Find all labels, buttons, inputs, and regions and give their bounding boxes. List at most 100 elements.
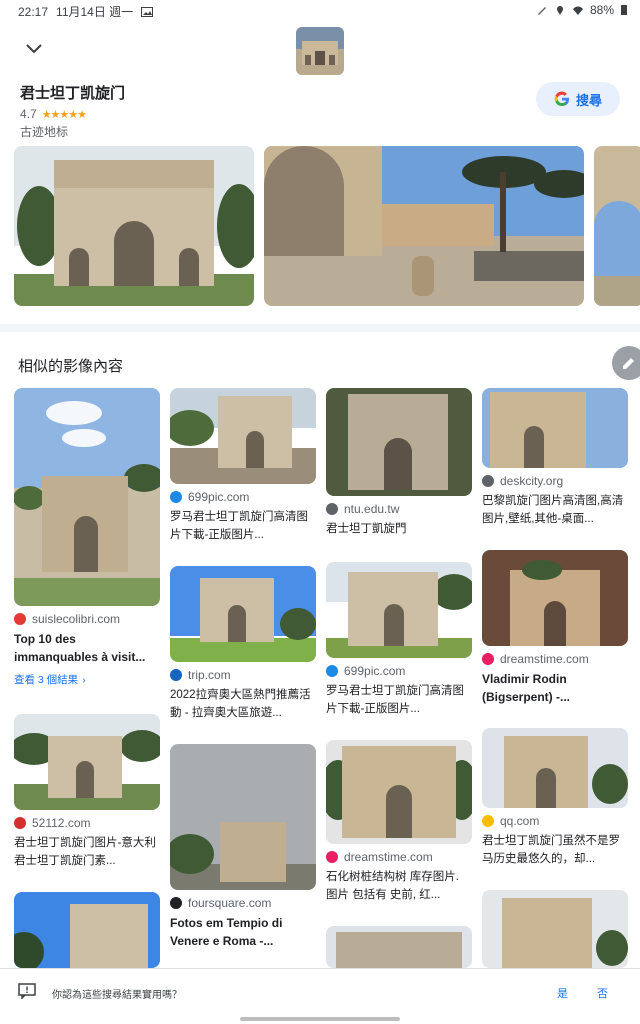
entity-image-1[interactable]	[14, 146, 254, 306]
result-image[interactable]	[482, 388, 628, 468]
arch-dusk-photo	[482, 550, 628, 646]
entity-category: 古迹地标	[20, 125, 69, 139]
result-source: deskcity.org	[500, 474, 564, 488]
result-source: 699pic.com	[344, 664, 406, 678]
header	[0, 22, 640, 78]
status-date: 11月14日 週一	[56, 5, 134, 19]
result-title: 罗马君士坦丁凯旋门高清图片下載-正版图片...	[326, 685, 464, 715]
query-thumbnail[interactable]	[296, 27, 344, 75]
result-card[interactable]	[482, 890, 628, 968]
source-favicon-icon	[482, 653, 494, 665]
arch-crowd-photo	[170, 388, 316, 484]
status-time: 22:17	[18, 4, 49, 19]
result-source: dreamstime.com	[344, 850, 433, 864]
feedback-yes-button[interactable]: 是	[557, 985, 568, 1001]
edit-button[interactable]	[612, 346, 640, 380]
entity-image-3[interactable]	[594, 146, 640, 306]
battery-icon	[621, 5, 627, 15]
result-card[interactable]: suislecolibri.com Top 10 des immanquable…	[14, 388, 160, 687]
result-image[interactable]	[482, 550, 628, 646]
result-title: Vladimir Rodin (Bigserpent) -...	[482, 672, 571, 704]
source-favicon-icon	[482, 815, 494, 827]
result-card[interactable]: dreamstime.com 石化树桩结构树 库存图片. 图片 包括有 史前, …	[326, 740, 472, 904]
arch-photo	[482, 890, 628, 968]
result-card[interactable]: ntu.edu.tw 君士坦丁凱旋門	[326, 388, 472, 538]
result-title: 君士坦丁凯旋门虽然不是罗马历史最悠久的，却...	[482, 835, 620, 865]
feedback-no-button[interactable]: 否	[597, 985, 608, 1001]
star-rating-icon: ★★★★★	[41, 108, 87, 121]
result-card[interactable]: foursquare.com Fotos em Tempio di Venere…	[170, 744, 316, 950]
result-source: qq.com	[500, 814, 540, 828]
section-divider	[0, 324, 640, 332]
google-logo-icon	[554, 91, 569, 107]
source-favicon-icon	[326, 503, 338, 515]
result-source: dreamstime.com	[500, 652, 589, 666]
result-title: 君士坦丁凯旋门图片-意大利君士坦丁凯旋门素...	[14, 837, 156, 867]
arch-photo	[14, 146, 254, 306]
arch-aerial-photo	[14, 388, 160, 606]
pencil-icon	[623, 358, 634, 369]
result-source: 699pic.com	[188, 490, 250, 504]
result-image[interactable]	[482, 728, 628, 808]
result-title: 巴黎凯旋门图片高清图,高清图片,壁纸,其他-桌面...	[482, 495, 624, 525]
result-source: suislecolibri.com	[32, 612, 121, 626]
source-favicon-icon	[170, 897, 182, 909]
result-card[interactable]: deskcity.org 巴黎凯旋门图片高清图,高清图片,壁纸,其他-桌面...	[482, 388, 628, 528]
result-image[interactable]	[326, 562, 472, 658]
result-card[interactable]: 699pic.com 罗马君士坦丁凯旋门高清图片下載-正版图片...	[326, 562, 472, 718]
arch-thumbnail-image	[296, 27, 344, 75]
edit-status-icon	[537, 7, 546, 15]
result-title: 2022拉齊奧大區熱門推薦活動 - 拉齊奧大區旅遊...	[170, 689, 311, 719]
status-bar: 22:17 11月14日 週一 88%	[0, 0, 640, 22]
chevron-down-icon[interactable]	[24, 42, 44, 56]
arch-side-photo	[594, 146, 640, 306]
result-card[interactable]: 699pic.com 罗马君士坦丁凯旋门高清图片下載-正版图片...	[170, 388, 316, 544]
battery-percent: 88%	[589, 3, 614, 17]
arch-stock-photo	[326, 740, 472, 844]
entity-image-2[interactable]	[264, 146, 584, 306]
gesture-home-bar[interactable]	[240, 1017, 400, 1021]
arch-cloudy-photo	[170, 744, 316, 890]
source-favicon-icon	[326, 851, 338, 863]
source-favicon-icon	[14, 613, 26, 625]
result-title: 罗马君士坦丁凯旋门高清图片下載-正版图片...	[170, 511, 308, 541]
result-image[interactable]	[14, 714, 160, 810]
similar-images-title: 相似的影像內容	[18, 358, 124, 375]
result-title: Fotos em Tempio di Venere e Roma -...	[170, 916, 283, 948]
colosseum-photo	[264, 146, 584, 306]
result-card[interactable]: qq.com 君士坦丁凯旋门虽然不是罗马历史最悠久的，却...	[482, 728, 628, 868]
result-image[interactable]	[14, 388, 160, 606]
result-image[interactable]	[14, 892, 160, 968]
view-more-label: 查看 3 個結果	[14, 674, 79, 686]
feedback-icon	[18, 983, 36, 999]
feedback-bar: 你認為這些搜尋結果實用嗎？ 是 否	[0, 968, 640, 1024]
result-title: Top 10 des immanquables à visit...	[14, 632, 146, 664]
view-more-link[interactable]: 查看 3 個結果 ›	[14, 672, 160, 687]
feedback-question: 你認為這些搜尋結果實用嗎？	[52, 990, 182, 1001]
gallery-icon	[141, 6, 154, 17]
search-button[interactable]: 搜尋	[536, 82, 620, 116]
result-image[interactable]	[326, 388, 472, 496]
result-image[interactable]	[170, 566, 316, 662]
location-icon	[556, 6, 563, 15]
result-image[interactable]	[326, 740, 472, 844]
result-image[interactable]	[170, 744, 316, 890]
result-image[interactable]	[482, 890, 628, 968]
result-source: trip.com	[188, 668, 231, 682]
result-title: 石化树桩结构树 库存图片. 图片 包括有 史前, 红...	[326, 871, 459, 901]
entity-title: 君士坦丁凯旋门	[20, 85, 126, 102]
wifi-icon	[572, 6, 583, 15]
result-title: 君士坦丁凱旋門	[326, 523, 407, 535]
result-card[interactable]	[14, 892, 160, 968]
rating-row: 4.7 ★★★★★	[20, 107, 420, 121]
source-favicon-icon	[14, 817, 26, 829]
result-card[interactable]: dreamstime.com Vladimir Rodin (Bigserpen…	[482, 550, 628, 706]
result-card[interactable]: trip.com 2022拉齊奧大區熱門推薦活動 - 拉齊奧大區旅遊...	[170, 566, 316, 722]
result-card[interactable]	[326, 926, 472, 968]
arch-blue-sky-photo	[14, 892, 160, 968]
result-card[interactable]: 52112.com 君士坦丁凯旋门图片-意大利君士坦丁凯旋门素...	[14, 714, 160, 870]
result-image[interactable]	[170, 388, 316, 484]
source-favicon-icon	[482, 475, 494, 487]
result-image[interactable]	[326, 926, 472, 968]
source-favicon-icon	[170, 669, 182, 681]
